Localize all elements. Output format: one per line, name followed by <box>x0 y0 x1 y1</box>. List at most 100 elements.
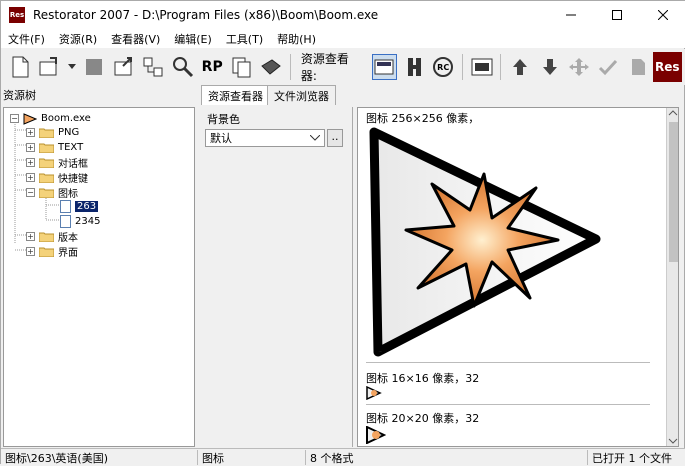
dialog-button[interactable] <box>469 54 494 80</box>
expand-icon[interactable]: + <box>26 173 35 182</box>
tree-item-text[interactable]: + TEXT <box>26 140 83 155</box>
scroll-up-icon[interactable] <box>667 108 679 118</box>
rp-icon: RP <box>201 59 223 75</box>
tree-item-label: 263 <box>75 201 99 212</box>
tree-item-label: 快捷键 <box>58 174 88 185</box>
tree-item-label: 图标 <box>58 189 78 200</box>
new-button[interactable] <box>7 54 32 80</box>
expand-icon[interactable]: + <box>26 232 35 241</box>
goto-button[interactable] <box>141 54 166 80</box>
scroll-down-icon[interactable] <box>667 436 679 446</box>
tree-item-label: 版本 <box>58 233 78 244</box>
collapse-icon[interactable]: − <box>26 188 35 197</box>
menu-viewer[interactable]: 查看器(V) <box>104 31 167 47</box>
icon-caption-20: 图标 20×20 像素，32 <box>366 412 480 425</box>
image-viewer-icon <box>374 59 394 75</box>
tree-item-label: TEXT <box>58 142 84 153</box>
status-bar: 图标\263\英语(美国) 图标 8 个格式 已打开 1 个文件 <box>1 448 685 465</box>
move-button[interactable] <box>566 54 591 80</box>
find-button[interactable] <box>170 54 195 80</box>
logo-text: Res <box>655 60 680 74</box>
folder-icon <box>39 247 54 257</box>
folder-icon <box>39 128 54 138</box>
expand-icon[interactable]: + <box>26 128 35 137</box>
bg-color-more-button[interactable]: .. <box>327 129 343 147</box>
tree-item-version[interactable]: + 版本 <box>26 229 78 244</box>
resource-tree: − Boom.exe + PNG + TEXT + 对话框 + 快捷键 − 图标 <box>3 107 195 447</box>
tree-item-label: PNG <box>58 127 80 138</box>
tree-item-png[interactable]: + PNG <box>26 125 79 140</box>
move-down-button[interactable] <box>537 54 562 80</box>
tree-item-icon[interactable]: − 图标 <box>26 185 78 200</box>
clear-button[interactable] <box>625 54 650 80</box>
toolbar-separator <box>289 54 291 80</box>
bg-color-value: 默认 <box>210 132 232 145</box>
tree-item-label: 对话框 <box>58 159 88 170</box>
tree-item-ui[interactable]: + 界面 <box>26 244 78 259</box>
viewer-label: 资源查看器: <box>300 52 349 83</box>
scroll-thumb[interactable] <box>669 122 678 262</box>
background-panel: 背景色 默认 .. <box>201 107 353 447</box>
tree-item-263[interactable]: 263 <box>60 199 99 214</box>
folder-icon <box>39 232 54 242</box>
status-path: 图标\263\英语(美国) <box>5 452 108 465</box>
viewer-scrollbar[interactable] <box>666 108 679 446</box>
bg-color-label: 背景色 <box>207 113 240 126</box>
expand-icon[interactable]: + <box>26 158 35 167</box>
menu-tools[interactable]: 工具(T) <box>219 31 270 47</box>
new-file-icon <box>12 56 29 78</box>
folder-icon <box>39 158 54 168</box>
menu-help[interactable]: 帮助(H) <box>270 31 323 47</box>
menu-edit[interactable]: 编辑(E) <box>167 31 219 47</box>
menu-file[interactable]: 文件(F) <box>1 31 52 47</box>
toolbar-separator <box>461 54 463 80</box>
tab-resource-viewer[interactable]: 资源查看器 <box>201 85 270 105</box>
copy-button[interactable] <box>229 54 254 80</box>
collapse-icon[interactable]: − <box>10 114 19 123</box>
boom-icon-16 <box>366 386 382 400</box>
viewer-rc-button[interactable]: RC <box>430 54 455 80</box>
tree-item-boom-exe[interactable]: − Boom.exe <box>10 111 91 126</box>
save-button[interactable] <box>82 54 107 80</box>
hex-viewer-icon <box>407 58 421 76</box>
viewer-image-button[interactable] <box>371 54 398 80</box>
tree-item-label: Boom.exe <box>41 113 91 124</box>
expand-icon[interactable]: + <box>26 143 35 152</box>
apply-button[interactable] <box>596 54 621 80</box>
open-button[interactable] <box>36 54 61 80</box>
chevron-down-icon <box>67 64 76 69</box>
tree-item-2345[interactable]: 2345 <box>60 214 100 229</box>
icon-divider <box>366 404 650 405</box>
close-button[interactable] <box>640 1 685 29</box>
goto-icon <box>143 57 163 77</box>
open-dropdown-button[interactable] <box>66 54 78 80</box>
export-button[interactable] <box>111 54 136 80</box>
arrow-down-icon <box>542 59 557 75</box>
maximize-icon <box>612 10 622 20</box>
minimize-button[interactable] <box>548 1 594 29</box>
boom-icon-256 <box>369 127 601 357</box>
title-bar: Res Restorator 2007 - D:\Program Files (… <box>1 1 685 29</box>
viewer-hex-button[interactable] <box>401 54 426 80</box>
exe-icon <box>23 112 37 125</box>
tree-item-accelerator[interactable]: + 快捷键 <box>26 170 88 185</box>
resource-doc-icon <box>60 200 71 213</box>
rp-button[interactable]: RP <box>199 54 224 80</box>
menu-resource[interactable]: 资源(R) <box>52 31 104 47</box>
open-file-icon <box>39 57 58 76</box>
move-icon <box>568 58 589 76</box>
book-icon <box>261 59 281 75</box>
dialog-icon <box>471 58 493 76</box>
resource-doc-icon <box>60 215 71 228</box>
app-window: Res Restorator 2007 - D:\Program Files (… <box>0 0 685 465</box>
move-up-button[interactable] <box>507 54 532 80</box>
bg-color-select[interactable]: 默认 <box>205 129 325 147</box>
arrow-up-icon <box>513 59 528 75</box>
tree-item-label: 界面 <box>58 248 78 259</box>
rc-icon: RC <box>433 57 454 77</box>
expand-icon[interactable]: + <box>26 247 35 256</box>
book-button[interactable] <box>258 54 283 80</box>
tab-file-browser[interactable]: 文件浏览器 <box>267 85 336 105</box>
tree-item-dialog[interactable]: + 对话框 <box>26 155 88 170</box>
maximize-button[interactable] <box>594 1 640 29</box>
